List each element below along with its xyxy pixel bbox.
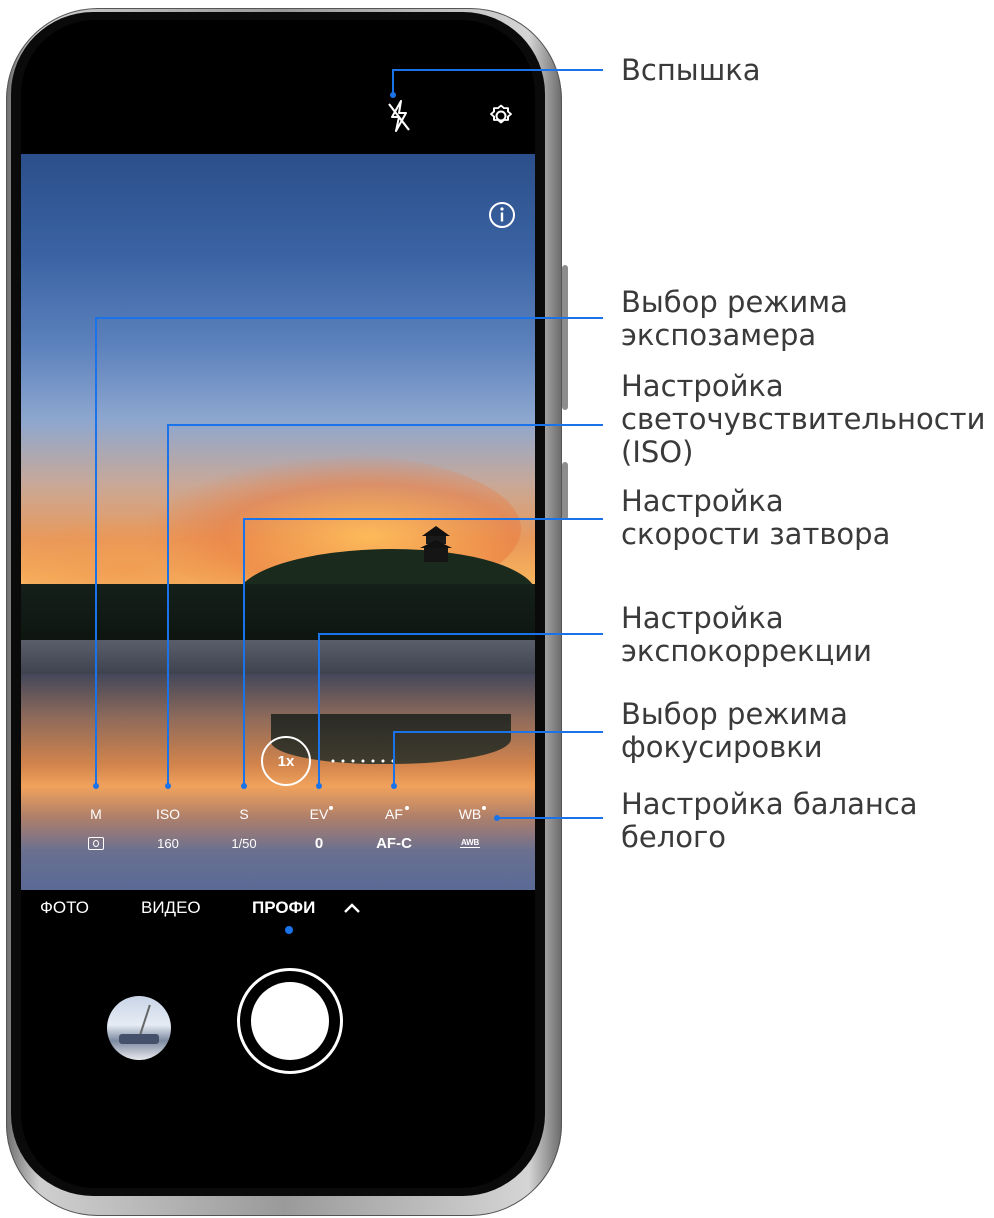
awb-icon: AWB	[459, 838, 481, 848]
param-ev-label: EV	[284, 806, 354, 822]
gallery-thumbnail[interactable]	[107, 996, 171, 1060]
af-dot-indicator	[405, 806, 409, 810]
tab-video[interactable]: ВИДЕО	[141, 898, 201, 918]
gear-icon[interactable]	[485, 100, 517, 132]
active-mode-indicator	[285, 926, 293, 934]
zoom-slider-dots[interactable]	[328, 759, 398, 763]
ev-dot-indicator	[329, 806, 333, 810]
volume-button	[562, 265, 568, 410]
param-wb[interactable]: WB AWB	[435, 806, 505, 850]
wb-dot-indicator	[482, 806, 486, 810]
param-metering[interactable]: M	[61, 806, 131, 855]
param-iso-value: 160	[157, 836, 179, 851]
callout-af: Выбор режима фокусировки	[621, 697, 848, 764]
param-iso-label: ISO	[155, 806, 181, 822]
shutter-button[interactable]	[251, 982, 329, 1060]
mode-tabs: ФОТО ВИДЕО ПРОФИ	[21, 898, 535, 938]
callout-metering: Выбор режима экспозамера	[621, 285, 848, 352]
zoom-button[interactable]: 1x	[261, 736, 311, 786]
river-wall	[21, 640, 535, 678]
callout-wb: Настройка баланса белого	[621, 787, 918, 854]
flash-off-icon[interactable]	[384, 98, 414, 134]
param-af-value: AF-C	[376, 835, 412, 852]
pro-parameters: M ISO 160 S 1/50 EV 0 AF AF-C WB AWB	[21, 806, 535, 854]
param-ev[interactable]: EV 0	[284, 806, 354, 852]
param-shutter-label: S	[239, 806, 249, 822]
param-metering-label: M	[90, 806, 102, 822]
info-icon[interactable]	[487, 200, 517, 230]
treeline	[21, 584, 535, 646]
callout-shutter: Настройка скорости затвора	[621, 484, 891, 551]
thumb-people	[119, 1034, 159, 1044]
camera-screen: 1x M ISO 160 S 1/50 EV 0 AF AF-C WB AWB …	[21, 20, 535, 1188]
param-shutter-value: 1/50	[231, 836, 257, 851]
param-ev-value: 0	[314, 835, 324, 852]
chevron-up-icon[interactable]	[343, 902, 361, 914]
metering-mode-icon	[88, 837, 104, 850]
param-af[interactable]: AF AF-C	[359, 806, 429, 852]
tab-photo[interactable]: ФОТО	[40, 898, 89, 918]
callout-flash: Вспышка	[621, 53, 761, 87]
tab-pro[interactable]: ПРОФИ	[252, 898, 315, 918]
param-af-label: AF	[359, 806, 429, 822]
callout-ev: Настройка экспокоррекции	[621, 601, 872, 668]
param-iso[interactable]: ISO 160	[133, 806, 203, 852]
callout-iso: Настройка светочувствительности (ISO)	[621, 369, 986, 469]
param-wb-label: WB	[435, 806, 505, 822]
param-shutter[interactable]: S 1/50	[209, 806, 279, 852]
pavilion	[420, 526, 452, 562]
power-button	[562, 462, 568, 520]
